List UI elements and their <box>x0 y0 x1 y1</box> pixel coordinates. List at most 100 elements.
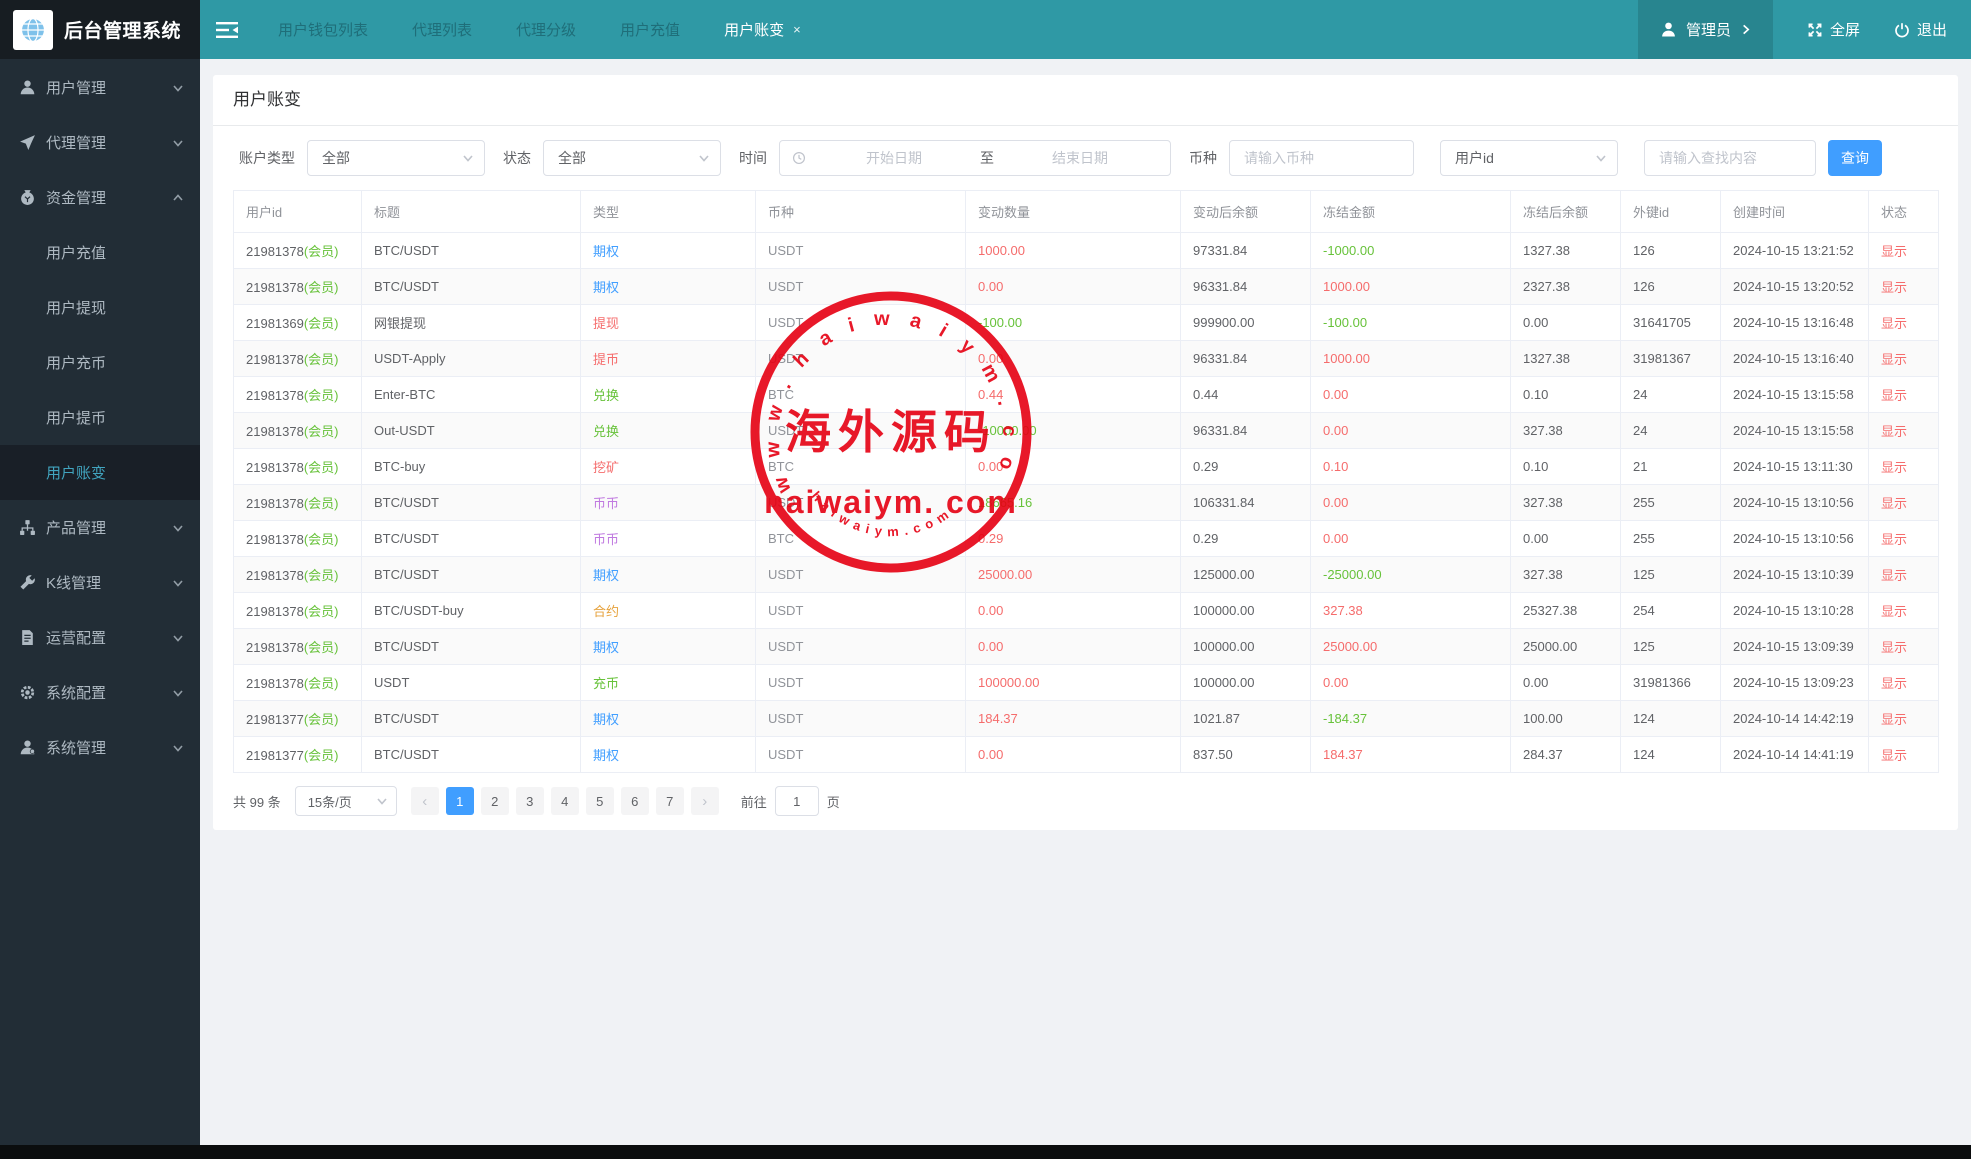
cell-fk-id: 21 <box>1621 449 1721 485</box>
cell-fk-id: 124 <box>1621 737 1721 773</box>
user-id: 21981378 <box>246 352 304 367</box>
cell-user-id: 21981378(会员) <box>234 521 362 557</box>
prev-page-button[interactable]: ‹ <box>411 787 439 815</box>
sidebar-item-user-withdraw[interactable]: 用户提现 <box>0 280 200 335</box>
chevron-down-icon <box>172 742 184 754</box>
goto-page-input[interactable] <box>775 786 819 816</box>
row-show-link[interactable]: 显示 <box>1869 701 1939 737</box>
table-header-row: 用户id标题类型币种变动数量变动后余额冻结金额冻结后余额外键id创建时间状态 <box>234 191 1939 233</box>
user-tag: (会员) <box>304 640 339 655</box>
cell-title: Enter-BTC <box>362 377 581 413</box>
row-show-link[interactable]: 显示 <box>1869 521 1939 557</box>
sidebar-group-label: 代理管理 <box>46 132 106 153</box>
sidebar-item-user-account-change[interactable]: 用户账变 <box>0 445 200 500</box>
row-show-link[interactable]: 显示 <box>1869 737 1939 773</box>
tab-label: 代理列表 <box>412 19 472 40</box>
sidebar-group-user-mgmt[interactable]: 用户管理 <box>0 60 200 115</box>
tabbar: 用户钱包列表 代理列表 代理分级用户充值用户账变× <box>256 0 823 59</box>
sidebar-group-system-config[interactable]: 系统配置 <box>0 665 200 720</box>
sidebar-item-user-recharge[interactable]: 用户充值 <box>0 225 200 280</box>
cell-fk-id: 24 <box>1621 377 1721 413</box>
page-buttons: ‹1234567› <box>411 787 719 815</box>
sidebar-group-label: 系统配置 <box>46 682 106 703</box>
sidebar-group-system-mgmt[interactable]: 系统管理 <box>0 720 200 775</box>
cell-title: BTC/USDT <box>362 629 581 665</box>
tab-label: 用户钱包列表 <box>278 19 368 40</box>
cell-user-id: 21981378(会员) <box>234 557 362 593</box>
row-show-link[interactable]: 显示 <box>1869 269 1939 305</box>
sidebar-group-ops-config[interactable]: 运营配置 <box>0 610 200 665</box>
search-input[interactable] <box>1644 140 1816 176</box>
cell-created-time: 2024-10-15 13:16:40 <box>1721 341 1869 377</box>
page-button-7[interactable]: 7 <box>656 787 684 815</box>
row-show-link[interactable]: 显示 <box>1869 413 1939 449</box>
cell-frozen: -100.00 <box>1311 305 1511 341</box>
sidebar-group-agent-mgmt[interactable]: 代理管理 <box>0 115 200 170</box>
account-type-select[interactable]: 全部 <box>307 140 485 176</box>
page-size-select[interactable]: 15条/页 <box>295 786 397 816</box>
cell-coin: USDT <box>756 557 966 593</box>
sidebar-group-product-mgmt[interactable]: 产品管理 <box>0 500 200 555</box>
cell-frozen-after: 1327.38 <box>1511 341 1621 377</box>
fullscreen-button[interactable]: 全屏 <box>1807 19 1860 40</box>
coin-input[interactable] <box>1229 140 1414 176</box>
sidebar-group-funds-mgmt[interactable]: 资金管理 <box>0 170 200 225</box>
sidebar-item-user-coin-in[interactable]: 用户充币 <box>0 335 200 390</box>
search-field-select[interactable]: 用户id <box>1440 140 1618 176</box>
row-show-link[interactable]: 显示 <box>1869 593 1939 629</box>
row-show-link[interactable]: 显示 <box>1869 665 1939 701</box>
page-button-4[interactable]: 4 <box>551 787 579 815</box>
tab-close-icon[interactable]: × <box>793 22 801 37</box>
menu-fold-icon[interactable] <box>216 21 238 39</box>
admin-menu[interactable]: 管理员 <box>1638 0 1773 59</box>
date-range-input[interactable]: 开始日期 至 结束日期 <box>779 140 1171 176</box>
cell-fk-id: 126 <box>1621 233 1721 269</box>
logout-button[interactable]: 退出 <box>1894 19 1947 40</box>
cell-frozen: 327.38 <box>1311 593 1511 629</box>
row-show-link[interactable]: 显示 <box>1869 305 1939 341</box>
search-button[interactable]: 查询 <box>1828 140 1882 176</box>
account-type-value: 全部 <box>322 148 350 168</box>
row-show-link[interactable]: 显示 <box>1869 341 1939 377</box>
chevron-down-icon <box>172 687 184 699</box>
page-button-1[interactable]: 1 <box>446 787 474 815</box>
cell-created-time: 2024-10-15 13:09:39 <box>1721 629 1869 665</box>
power-icon <box>1894 22 1910 38</box>
cell-type: 币币 <box>581 521 756 557</box>
row-show-link[interactable]: 显示 <box>1869 377 1939 413</box>
row-show-link[interactable]: 显示 <box>1869 557 1939 593</box>
next-page-button[interactable]: › <box>691 787 719 815</box>
tab-user-recharge[interactable]: 用户充值 <box>598 0 702 59</box>
page-button-3[interactable]: 3 <box>516 787 544 815</box>
page-button-2[interactable]: 2 <box>481 787 509 815</box>
page-button-5[interactable]: 5 <box>586 787 614 815</box>
header: 用户钱包列表 代理列表 代理分级用户充值用户账变× 管理员 全屏 退出 <box>200 0 1971 59</box>
page-button-6[interactable]: 6 <box>621 787 649 815</box>
tab-agent-grade[interactable]: 代理分级 <box>494 0 598 59</box>
status-select[interactable]: 全部 <box>543 140 721 176</box>
column-header-5: 变动后余额 <box>1181 191 1311 233</box>
tab-agent-list[interactable]: 代理列表 <box>390 0 494 59</box>
cell-frozen-after: 0.00 <box>1511 305 1621 341</box>
tab-user-wallet-list[interactable]: 用户钱包列表 <box>256 0 390 59</box>
cell-created-time: 2024-10-15 13:10:28 <box>1721 593 1869 629</box>
user-id: 21981378 <box>246 388 304 403</box>
sidebar-item-user-coin-out[interactable]: 用户提币 <box>0 390 200 445</box>
tab-user-account-change[interactable]: 用户账变× <box>702 0 823 59</box>
sidebar-group-kline-mgmt[interactable]: K线管理 <box>0 555 200 610</box>
cell-frozen: -184.37 <box>1311 701 1511 737</box>
time-label: 时间 <box>739 148 767 168</box>
cell-title: BTC/USDT <box>362 557 581 593</box>
row-show-link[interactable]: 显示 <box>1869 233 1939 269</box>
cell-type: 合约 <box>581 593 756 629</box>
row-show-link[interactable]: 显示 <box>1869 449 1939 485</box>
user-id: 21981378 <box>246 640 304 655</box>
column-header-3: 币种 <box>756 191 966 233</box>
chevron-down-icon <box>462 152 474 164</box>
row-show-link[interactable]: 显示 <box>1869 629 1939 665</box>
user-id: 21981378 <box>246 604 304 619</box>
page-unit-label: 页 <box>827 792 840 811</box>
column-header-0: 用户id <box>234 191 362 233</box>
row-show-link[interactable]: 显示 <box>1869 485 1939 521</box>
table-row: 21981378(会员)BTC-buy挖矿BTC0.000.290.100.10… <box>234 449 1939 485</box>
